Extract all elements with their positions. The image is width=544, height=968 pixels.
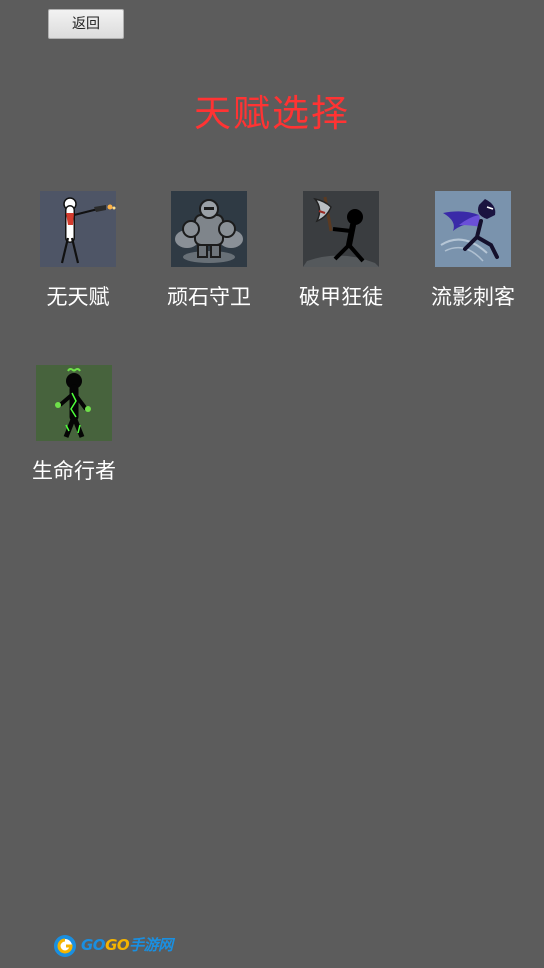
gogo-watermark-logo: GOGO手游网 (53, 933, 173, 959)
logo-suffix: 手游网 (129, 936, 173, 954)
talent-shadow-assassin[interactable]: 流影刺客 (418, 191, 528, 311)
gogo-logo-icon (54, 935, 76, 957)
life-walker-icon (36, 365, 112, 441)
talent-none[interactable]: 无天赋 (23, 191, 133, 311)
stone-golem-icon (171, 191, 247, 267)
talent-label: 顽石守卫 (167, 285, 251, 309)
back-button[interactable]: 返回 (48, 9, 124, 39)
page-title: 天赋选择 (194, 92, 350, 135)
talent-life-walker[interactable]: 生命行者 (19, 365, 129, 485)
talent-label: 无天赋 (46, 285, 110, 309)
logo-go-2: GO (105, 936, 130, 954)
talent-armor-breaker[interactable]: 破甲狂徒 (286, 191, 396, 311)
talent-label: 破甲狂徒 (299, 285, 383, 309)
logo-go-1: GO (81, 936, 106, 954)
stickman-gunner-icon (40, 191, 116, 267)
axe-berserker-icon (303, 191, 379, 267)
talent-label: 流影刺客 (431, 285, 515, 309)
talent-label: 生命行者 (32, 459, 116, 483)
talent-stone-guard[interactable]: 顽石守卫 (154, 191, 264, 311)
shadow-assassin-icon (435, 191, 511, 267)
